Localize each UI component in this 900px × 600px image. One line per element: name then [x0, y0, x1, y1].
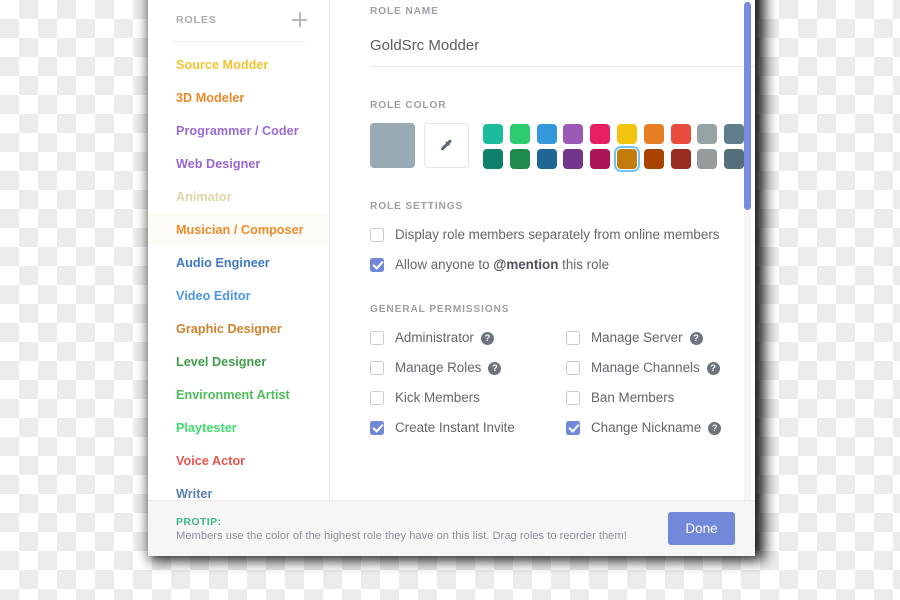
checkbox-label: Administrator?: [395, 330, 494, 345]
general-permissions-section: GENERAL PERMISSIONS Administrator? Manage…: [370, 304, 725, 435]
checkbox[interactable]: [370, 227, 384, 242]
permission-row[interactable]: Administrator?: [370, 330, 566, 345]
color-swatch[interactable]: [563, 124, 584, 144]
color-swatch[interactable]: [697, 124, 718, 144]
color-swatch[interactable]: [509, 124, 530, 144]
help-icon[interactable]: ?: [706, 362, 720, 375]
protip-text: Members use the color of the highest rol…: [176, 529, 627, 542]
color-swatch[interactable]: [670, 149, 691, 169]
role-setting-row[interactable]: Allow anyone to @mention this role: [370, 257, 725, 272]
sidebar-role-item[interactable]: Playtester: [148, 411, 329, 444]
general-permissions-label: GENERAL PERMISSIONS: [370, 304, 510, 315]
color-swatch[interactable]: [616, 124, 637, 144]
color-swatch[interactable]: [563, 149, 584, 169]
role-editor-panel: ROLES Source Modder 3D Modeler Programmer …: [148, 0, 755, 556]
checkbox-label: Create Instant Invite: [395, 420, 515, 435]
checkbox-label: Manage Roles?: [395, 360, 502, 375]
color-swatch[interactable]: [670, 124, 691, 144]
permission-row[interactable]: Manage Roles?: [370, 360, 566, 375]
content-scrollbar-thumb[interactable]: [744, 2, 751, 210]
color-swatch[interactable]: [643, 149, 664, 169]
checkbox[interactable]: [370, 420, 384, 435]
color-swatch-grid: [483, 123, 748, 172]
content-scrollbar-track[interactable]: [744, 0, 751, 506]
color-swatch-row: [370, 123, 745, 172]
current-role-color[interactable]: [370, 123, 415, 168]
sidebar-role-item[interactable]: Web Designer: [148, 147, 329, 180]
sidebar-role-item[interactable]: Source Modder: [148, 48, 329, 81]
protip: PROTIP: Members use the color of the hig…: [176, 516, 668, 542]
color-swatch[interactable]: [590, 149, 611, 169]
role-list: Source Modder 3D Modeler Programmer / Code…: [148, 48, 329, 514]
role-name-input[interactable]: GoldSrc Modder: [370, 37, 755, 67]
sidebar-role-item[interactable]: 3D Modeler: [148, 81, 329, 114]
checkbox-label: Manage Channels?: [591, 360, 720, 375]
color-swatch[interactable]: [697, 149, 718, 169]
sidebar-role-item[interactable]: Graphic Designer: [148, 312, 329, 345]
checkbox[interactable]: [370, 360, 384, 375]
roles-sidebar: ROLES Source Modder 3D Modeler Programmer …: [148, 0, 330, 510]
help-icon[interactable]: ?: [480, 332, 494, 345]
permission-row[interactable]: Manage Server?: [566, 330, 725, 345]
checkbox-label: Ban Members: [591, 390, 675, 405]
color-swatch[interactable]: [483, 149, 503, 169]
sidebar-role-item[interactable]: Level Designer: [148, 345, 329, 378]
help-icon[interactable]: ?: [488, 362, 502, 375]
roles-header: ROLES: [148, 0, 329, 27]
permission-row[interactable]: Create Instant Invite: [370, 420, 566, 435]
checkbox-label: Change Nickname?: [591, 420, 722, 435]
sidebar-role-item[interactable]: Programmer / Coder: [148, 114, 329, 147]
sidebar-role-item[interactable]: Environment Artist: [148, 378, 329, 411]
permissions-grid: Administrator? Manage Server? Manage Roles…: [370, 315, 725, 435]
permission-row[interactable]: Change Nickname?: [566, 420, 725, 435]
help-icon[interactable]: ?: [708, 422, 722, 435]
sidebar-role-item[interactable]: Animator: [148, 180, 329, 213]
color-swatch[interactable]: [483, 124, 503, 144]
checkbox[interactable]: [566, 330, 580, 345]
checkbox-label: Kick Members: [395, 390, 480, 405]
role-color-section: ROLE COLOR: [370, 100, 745, 172]
checkbox[interactable]: [566, 420, 580, 435]
color-swatch[interactable]: [643, 124, 664, 144]
role-detail-content: ROLE NAME GoldSrc Modder ROLE COLOR ROLE…: [330, 0, 755, 510]
eyedropper-icon: [440, 139, 452, 151]
checkbox[interactable]: [566, 360, 580, 375]
role-color-label: ROLE COLOR: [370, 100, 447, 111]
role-setting-row[interactable]: Display role members separately from onl…: [370, 227, 725, 242]
color-swatch[interactable]: [536, 149, 557, 169]
checkbox[interactable]: [370, 257, 384, 272]
protip-title: PROTIP:: [176, 515, 222, 528]
permission-row[interactable]: Manage Channels?: [566, 360, 725, 375]
sidebar-role-item[interactable]: Voice Actor: [148, 444, 329, 477]
role-settings-section: ROLE SETTINGS Display role members separ…: [370, 201, 725, 272]
role-name-label: ROLE NAME: [370, 6, 439, 17]
color-swatch[interactable]: [724, 149, 745, 169]
panel-footer: PROTIP: Members use the color of the hig…: [148, 500, 755, 556]
color-swatch[interactable]: [613, 146, 640, 172]
roles-title: ROLES: [176, 13, 217, 26]
checkbox-label: Display role members separately from onl…: [395, 227, 720, 242]
permission-row[interactable]: Kick Members: [370, 390, 566, 405]
sidebar-role-item[interactable]: Musician / Composer: [148, 213, 329, 246]
permission-row[interactable]: Ban Members: [566, 390, 725, 405]
checkbox-label: Manage Server?: [591, 330, 703, 345]
color-swatch[interactable]: [509, 149, 530, 169]
add-role-plus-icon[interactable]: [292, 12, 307, 27]
checkbox-label: Allow anyone to @mention this role: [395, 257, 610, 272]
roles-divider: [172, 41, 305, 42]
color-picker-button[interactable]: [424, 123, 469, 168]
done-button[interactable]: Done: [668, 512, 735, 545]
checkbox[interactable]: [566, 390, 580, 405]
checkbox[interactable]: [370, 390, 384, 405]
sidebar-role-item[interactable]: Video Editor: [148, 279, 329, 312]
color-swatch[interactable]: [590, 124, 611, 144]
role-settings-label: ROLE SETTINGS: [370, 201, 464, 212]
color-swatch[interactable]: [536, 124, 557, 144]
help-icon[interactable]: ?: [689, 332, 703, 345]
color-swatch[interactable]: [724, 124, 745, 144]
checkbox[interactable]: [370, 330, 384, 345]
sidebar-role-item[interactable]: Audio Engineer: [148, 246, 329, 279]
role-settings-list: Display role members separately from onl…: [370, 227, 725, 272]
